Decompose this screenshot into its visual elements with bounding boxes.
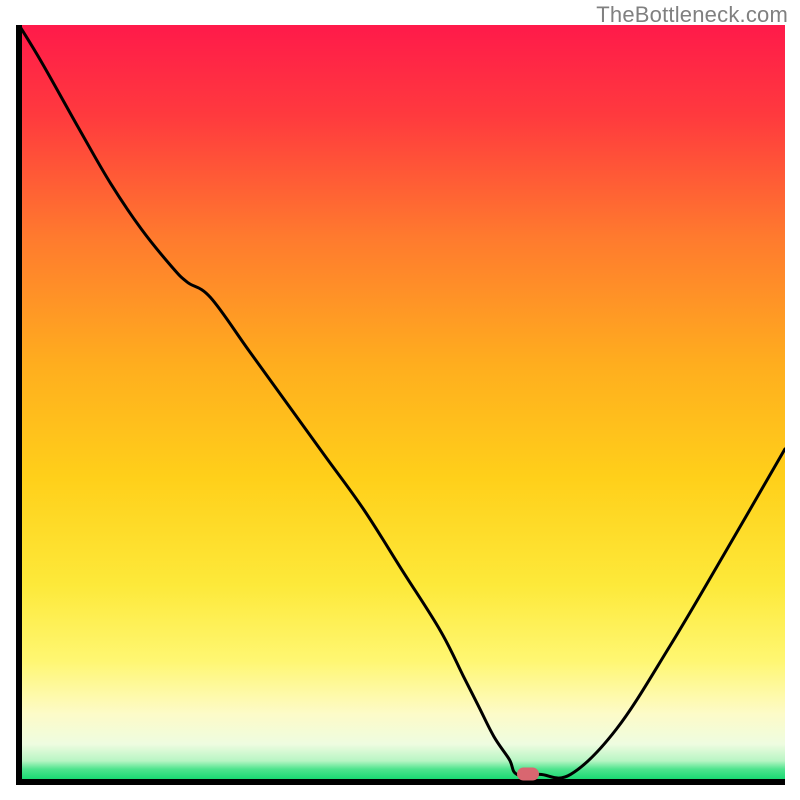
chart-svg: [16, 25, 785, 785]
gradient-background: [19, 25, 785, 782]
chart-container: TheBottleneck.com: [0, 0, 800, 800]
plot-area: [16, 25, 785, 785]
optimal-point-marker: [517, 768, 539, 781]
